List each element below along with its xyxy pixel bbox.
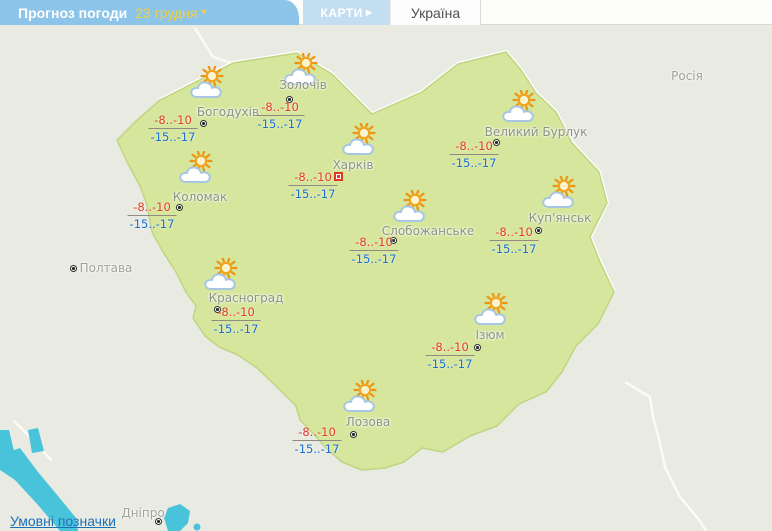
place-label: Полтава: [80, 261, 133, 275]
sun-core: [519, 95, 529, 105]
sun-behind-cloud-icon[interactable]: [472, 293, 512, 327]
sun-core: [207, 71, 217, 81]
weather-forecast-screen: Прогноз погоди 23 грудня ▾ КАРТИ ▶ Украї…: [0, 0, 772, 531]
legend-link[interactable]: Умовні позначки: [10, 513, 116, 529]
temperature-block[interactable]: -8..-10 -15..-17: [350, 236, 399, 266]
tab-ukraine[interactable]: Україна: [390, 0, 481, 25]
cloud-icon: [503, 106, 533, 121]
city-marker[interactable]: [474, 344, 481, 351]
temp-day[interactable]: -8..-10: [212, 306, 261, 320]
city-label[interactable]: Лозова: [346, 415, 391, 429]
map-canvas[interactable]: Богодухів -8..-10 -15..-17 Золо: [0, 25, 772, 531]
river-branch-shape: [28, 428, 44, 453]
date-label: 23 грудня: [135, 5, 197, 21]
place-label: Росія: [671, 69, 703, 83]
tab-maps[interactable]: КАРТИ ▶: [303, 0, 390, 25]
temp-night[interactable]: -15..-17: [149, 129, 198, 144]
temperature-block[interactable]: -8..-10 -15..-17: [212, 306, 261, 336]
city-marker[interactable]: [350, 431, 357, 438]
temp-night[interactable]: -15..-17: [289, 186, 338, 201]
sun-core: [360, 385, 370, 395]
sun-behind-cloud-icon[interactable]: [340, 123, 380, 157]
city-marker: [70, 265, 77, 272]
place-label: Дніпро: [121, 506, 164, 520]
temp-day[interactable]: -8..-10: [450, 140, 499, 154]
temp-night[interactable]: -15..-17: [256, 116, 305, 131]
sun-behind-cloud-icon[interactable]: [500, 90, 540, 124]
temp-day[interactable]: -8..-10: [289, 171, 338, 185]
sun-behind-cloud-icon[interactable]: [202, 258, 242, 292]
header: Прогноз погоди 23 грудня ▾ КАРТИ ▶ Украї…: [0, 0, 772, 25]
temperature-block[interactable]: -8..-10 -15..-17: [256, 101, 305, 131]
city-label[interactable]: Красноград: [209, 291, 284, 305]
city-label[interactable]: Великий Бурлук: [485, 125, 588, 139]
city-label[interactable]: Богодухів: [197, 105, 259, 119]
temp-day[interactable]: -8..-10: [128, 201, 177, 215]
city-label[interactable]: Ізюм: [475, 328, 504, 342]
cloud-icon: [205, 274, 235, 289]
city-label[interactable]: Куп'янськ: [529, 211, 592, 225]
date-dropdown[interactable]: 23 грудня ▾: [135, 5, 206, 21]
sun-core: [359, 128, 369, 138]
tab-maps-label: КАРТИ: [321, 6, 363, 20]
map-base-layer: [0, 25, 772, 531]
sun-behind-cloud-icon[interactable]: [391, 190, 431, 224]
sun-core: [491, 298, 501, 308]
header-bar: Прогноз погоди 23 грудня ▾: [0, 0, 299, 25]
temp-day[interactable]: -8..-10: [149, 114, 198, 128]
sun-core: [410, 195, 420, 205]
temperature-block[interactable]: -8..-10 -15..-17: [450, 140, 499, 170]
temperature-block[interactable]: -8..-10 -15..-17: [426, 341, 475, 371]
temp-day[interactable]: -8..-10: [350, 236, 399, 250]
temperature-block[interactable]: -8..-10 -15..-17: [289, 171, 338, 201]
cloud-icon: [191, 82, 221, 97]
temp-day[interactable]: -8..-10: [490, 226, 539, 240]
chevron-down-icon: ▾: [201, 7, 206, 18]
sun-behind-cloud-icon[interactable]: [341, 380, 381, 414]
sun-behind-cloud-icon[interactable]: [540, 176, 580, 210]
temperature-block[interactable]: -8..-10 -15..-17: [128, 201, 177, 231]
temp-night[interactable]: -15..-17: [293, 441, 342, 456]
cloud-icon: [475, 309, 505, 324]
cloud-icon: [543, 192, 573, 207]
sun-behind-cloud-icon[interactable]: [177, 151, 217, 185]
temp-night[interactable]: -15..-17: [426, 356, 475, 371]
cloud-icon: [344, 396, 374, 411]
sun-core: [221, 263, 231, 273]
temperature-block[interactable]: -8..-10 -15..-17: [490, 226, 539, 256]
temp-night[interactable]: -15..-17: [212, 321, 261, 336]
city-label[interactable]: Коломак: [173, 190, 228, 204]
page-title: Прогноз погоди: [18, 5, 127, 21]
city-marker[interactable]: [176, 204, 183, 211]
cloud-icon: [343, 139, 373, 154]
oblast-border-line-se: [625, 382, 706, 531]
sun-core: [559, 181, 569, 191]
city-marker[interactable]: [200, 120, 207, 127]
temp-night[interactable]: -15..-17: [450, 155, 499, 170]
arrow-right-icon: ▶: [366, 8, 373, 17]
temperature-block[interactable]: -8..-10 -15..-17: [293, 426, 342, 456]
temp-night[interactable]: -15..-17: [490, 241, 539, 256]
temp-day[interactable]: -8..-10: [426, 341, 475, 355]
cloud-icon: [180, 167, 210, 182]
pond-shape: [194, 524, 201, 531]
cloud-icon: [394, 206, 424, 221]
temp-night[interactable]: -15..-17: [350, 251, 399, 266]
sun-core: [301, 58, 311, 68]
temp-night[interactable]: -15..-17: [128, 216, 177, 231]
lake-shape: [164, 504, 190, 531]
city-label[interactable]: Харків: [333, 158, 374, 172]
temp-day[interactable]: -8..-10: [256, 101, 305, 115]
city-label[interactable]: Золочів: [279, 78, 327, 92]
sun-behind-cloud-icon[interactable]: [188, 66, 228, 100]
temperature-block[interactable]: -8..-10 -15..-17: [149, 114, 198, 144]
temp-day[interactable]: -8..-10: [293, 426, 342, 440]
sun-core: [196, 156, 206, 166]
